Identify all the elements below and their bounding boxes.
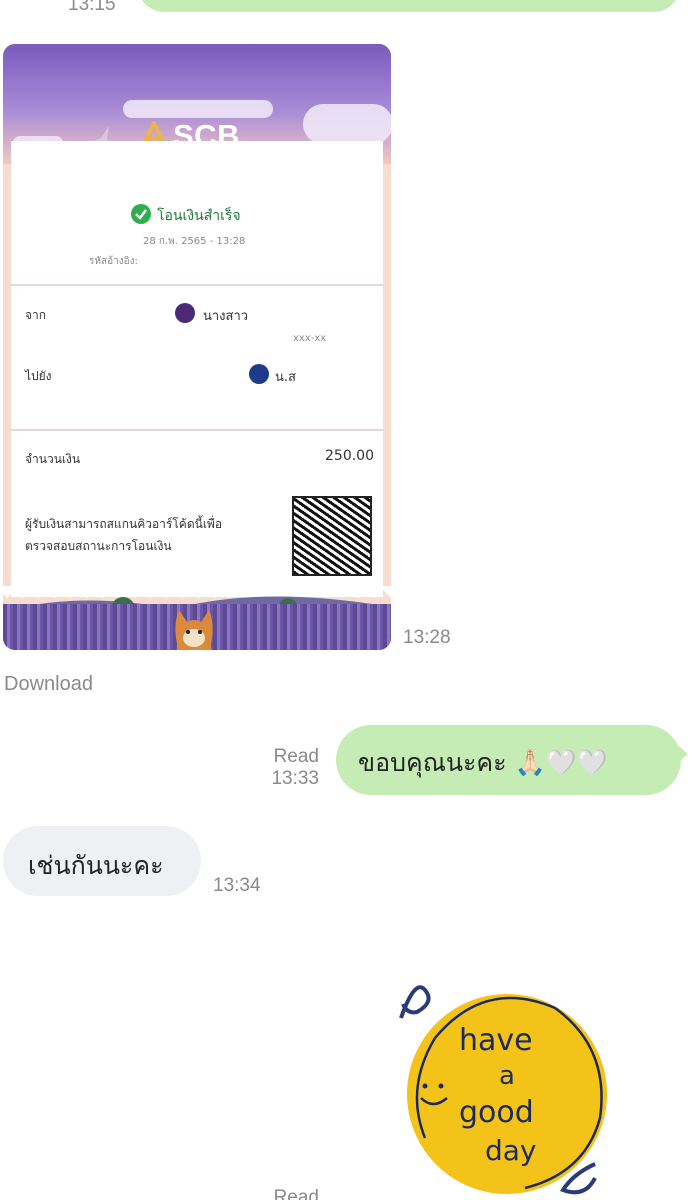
reference-label: รหัสอ้างอิง: (89, 256, 138, 267)
download-link[interactable]: Download (4, 673, 93, 696)
sticker-word-1: have (459, 1023, 533, 1058)
sender-bank-icon (175, 303, 195, 323)
read-status: Read (273, 746, 319, 767)
message-time: 13:34 (213, 875, 261, 896)
message-time: 13:28 (403, 627, 451, 648)
sticker-word-3: good (459, 1095, 534, 1130)
sender-name: นางสาว (203, 309, 249, 324)
transfer-datetime: 28 ก.พ. 2565 - 13:28 (143, 236, 246, 247)
read-receipt: Read 13:33 (252, 746, 319, 790)
from-label: จาก (25, 308, 47, 322)
divider (11, 284, 383, 286)
outgoing-message-bubble[interactable]: ขอบคุณนะคะ 🙏🏻🤍🤍 (336, 725, 681, 795)
sticker-word-4: day (485, 1134, 537, 1167)
amount-label: จำนวนเงิน (25, 452, 81, 466)
message-text: ขอบคุณนะคะ 🙏🏻🤍🤍 (358, 748, 608, 777)
sticker-word-2: a (499, 1061, 515, 1091)
outgoing-message-bubble-cut[interactable] (138, 0, 680, 12)
shiba-dog-illustration (175, 610, 213, 650)
message-time: 13:15 (68, 0, 116, 15)
incoming-message-bubble[interactable]: เช่นกันนะคะ (3, 826, 201, 896)
receiver-bank-icon (249, 364, 269, 384)
message-text: เช่นกันนะคะ (28, 851, 164, 880)
sender-account: xxx-xx (293, 333, 327, 344)
transfer-status: โอนเงินสำเร็จ (157, 208, 241, 224)
success-check-icon (131, 204, 151, 224)
qr-note-line1: ผู้รับเงินสามารถสแกนคิวอาร์โค้ดนี้เพื่อ (25, 517, 223, 531)
transfer-slip-image[interactable]: SCB โอนเงินสำเร็จ 28 ก.พ. 2565 - 13:28 ร… (3, 44, 391, 650)
qr-code (292, 496, 372, 576)
read-status: Read (273, 1187, 319, 1200)
have-a-good-day-sticker[interactable]: have a good day (395, 968, 620, 1200)
message-time: 13:33 (271, 767, 319, 789)
amount-value: 250.00 (325, 448, 374, 464)
to-label: ไปยัง (25, 369, 52, 383)
divider (11, 429, 383, 431)
slip-card: โอนเงินสำเร็จ 28 ก.พ. 2565 - 13:28 รหัสอ… (11, 141, 383, 597)
receiver-name: น.ส (275, 370, 296, 385)
qr-note-line2: ตรวจสอบสถานะการโอนเงิน (25, 539, 172, 553)
